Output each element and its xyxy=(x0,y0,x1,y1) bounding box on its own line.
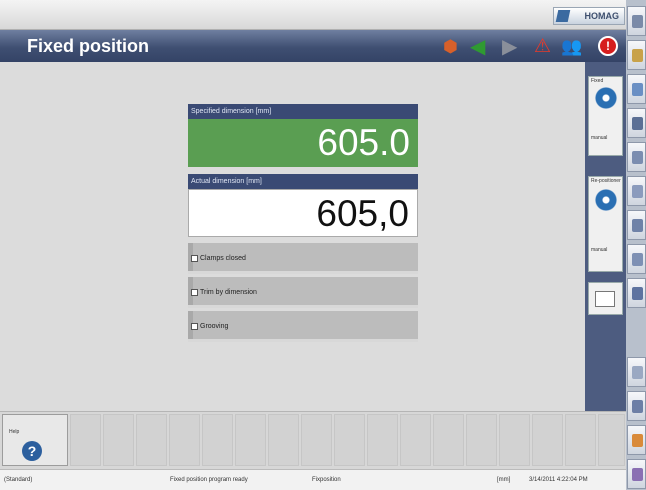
gauge-panel[interactable] xyxy=(588,282,623,315)
function-key[interactable] xyxy=(235,414,266,466)
tool-icon xyxy=(632,185,643,198)
status-datetime: 3/14/2011 4:22:04 PM xyxy=(529,477,588,483)
tool-icon xyxy=(632,366,643,379)
function-key[interactable] xyxy=(400,414,431,466)
toolbar-button[interactable] xyxy=(627,6,646,36)
repositioner-panel[interactable]: Re-positioner manual xyxy=(588,176,623,272)
tool-icon xyxy=(632,219,643,232)
function-key[interactable] xyxy=(466,414,497,466)
tool-icon xyxy=(632,468,643,481)
forward-arrow-icon[interactable]: ▶ xyxy=(502,37,517,57)
back-arrow-icon[interactable]: ◀ xyxy=(470,37,485,57)
checkbox[interactable] xyxy=(191,255,198,262)
function-key[interactable] xyxy=(433,414,464,466)
tool-icon xyxy=(632,434,643,447)
actual-dimension-label: Actual dimension [mm] xyxy=(188,174,418,189)
stop-icon[interactable]: ! xyxy=(598,36,618,56)
specified-dimension-value[interactable]: 605.0 xyxy=(188,119,418,167)
function-key[interactable] xyxy=(565,414,596,466)
help-label: Help xyxy=(9,429,20,435)
function-key[interactable] xyxy=(367,414,398,466)
toolbar-button[interactable] xyxy=(627,142,646,172)
toolbar-button[interactable] xyxy=(627,425,646,455)
repositioner-panel-label: Re-positioner xyxy=(591,178,621,184)
option-trim-by-dimension[interactable]: Trim by dimension xyxy=(188,277,418,308)
function-key[interactable] xyxy=(268,414,299,466)
right-toolbar xyxy=(626,0,646,490)
gauge-icon xyxy=(595,291,615,307)
function-key[interactable] xyxy=(202,414,233,466)
tool-icon xyxy=(632,49,643,62)
function-key[interactable] xyxy=(70,414,101,466)
logo-mark-icon xyxy=(555,10,571,22)
function-key[interactable] xyxy=(136,414,167,466)
help-button[interactable]: Help ? xyxy=(2,414,68,466)
actual-dimension-value: 605,0 xyxy=(188,189,418,237)
tool-icon xyxy=(632,253,643,266)
checkbox[interactable] xyxy=(191,289,198,296)
fixed-dial-icon xyxy=(595,87,617,109)
fixed-position-dialog: Specified dimension [mm] 605.0 Actual di… xyxy=(188,104,418,342)
specified-dimension-label: Specified dimension [mm] xyxy=(188,104,418,119)
home-icon[interactable]: ⬢ xyxy=(443,37,458,57)
brand-logo: HOMAG xyxy=(553,7,625,25)
repositioner-dial-icon xyxy=(595,189,617,211)
checkbox[interactable] xyxy=(191,323,198,330)
tool-icon xyxy=(632,117,643,130)
function-key[interactable] xyxy=(334,414,365,466)
toolbar-button[interactable] xyxy=(627,244,646,274)
warning-icon[interactable]: ⚠ xyxy=(534,37,551,57)
fixed-panel-label: Fixed xyxy=(591,78,604,84)
tool-icon xyxy=(632,151,643,164)
status-program: Fixposition xyxy=(312,477,341,483)
fixed-panel[interactable]: Fixed manual xyxy=(588,76,623,156)
status-bar: (Standard) Fixed position program ready … xyxy=(0,469,626,490)
toolbar-button[interactable] xyxy=(627,40,646,70)
toolbar-button[interactable] xyxy=(627,74,646,104)
status-message: Fixed position program ready xyxy=(170,477,248,483)
option-label: Grooving xyxy=(200,323,229,330)
function-key[interactable] xyxy=(103,414,134,466)
option-grooving[interactable]: Grooving xyxy=(188,311,418,342)
option-clamps-closed[interactable]: Clamps closed xyxy=(188,243,418,274)
function-key[interactable] xyxy=(532,414,563,466)
page-title: Fixed position xyxy=(0,30,626,62)
status-mode: (Standard) xyxy=(4,477,33,483)
tool-icon xyxy=(632,15,643,28)
function-key[interactable] xyxy=(301,414,332,466)
help-icon: ? xyxy=(22,441,42,461)
operators-icon[interactable]: 👥 xyxy=(561,37,582,57)
toolbar-button[interactable] xyxy=(627,176,646,206)
toolbar-button[interactable] xyxy=(627,278,646,308)
brand-name: HOMAG xyxy=(584,11,620,21)
option-label: Trim by dimension xyxy=(200,289,257,296)
fixed-mode: manual xyxy=(591,135,608,141)
toolbar-button[interactable] xyxy=(627,108,646,138)
function-key[interactable] xyxy=(598,414,625,466)
toolbar-button[interactable] xyxy=(627,357,646,387)
function-key[interactable] xyxy=(169,414,200,466)
toolbar-button[interactable] xyxy=(627,459,646,489)
tool-icon xyxy=(632,83,643,96)
tool-icon xyxy=(632,400,643,413)
repositioner-mode: manual xyxy=(591,247,608,253)
tool-icon xyxy=(632,287,643,300)
toolbar-button[interactable] xyxy=(627,210,646,240)
option-label: Clamps closed xyxy=(200,255,246,262)
status-unit: [mm] xyxy=(497,477,511,483)
toolbar-button[interactable] xyxy=(627,391,646,421)
function-key[interactable] xyxy=(499,414,530,466)
top-bar xyxy=(0,0,626,30)
